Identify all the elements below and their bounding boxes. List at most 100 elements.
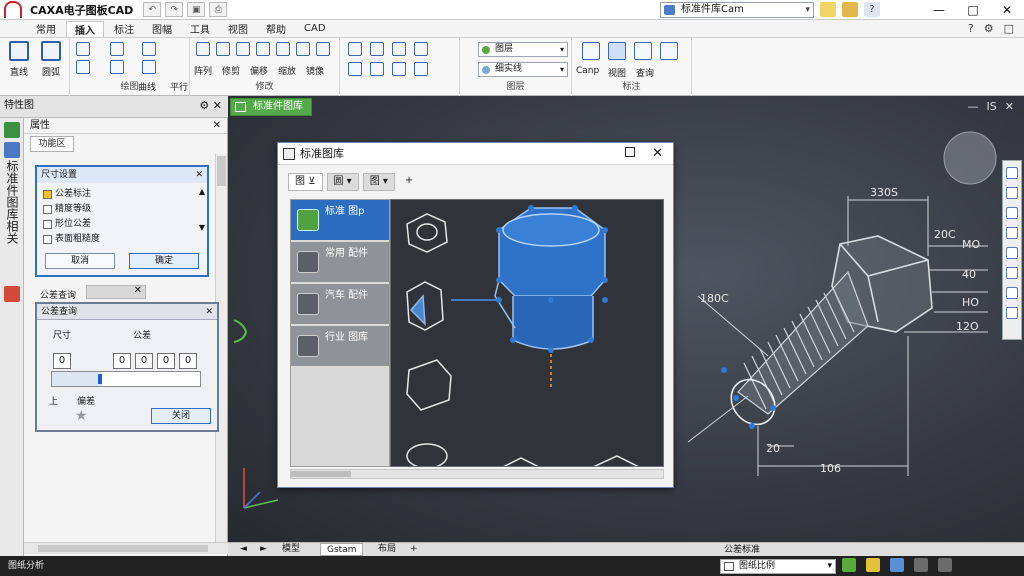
selected-part[interactable] <box>451 207 606 390</box>
checkbox-row[interactable]: 形位公差 <box>37 217 207 232</box>
tolerance-cell[interactable]: 0 <box>135 353 153 369</box>
thumbnail-washer[interactable] <box>406 281 444 331</box>
tolerance-cell[interactable]: 0 <box>113 353 131 369</box>
erase-icon[interactable] <box>256 42 270 56</box>
fillet-icon[interactable] <box>296 42 310 56</box>
circle-icon[interactable] <box>76 60 90 74</box>
spline-icon[interactable] <box>142 42 156 56</box>
tab-cad[interactable]: CAD <box>296 21 334 37</box>
add-layout-button[interactable]: + <box>404 543 424 556</box>
search-icon[interactable] <box>4 142 20 158</box>
polygon-icon[interactable] <box>110 60 124 74</box>
checkbox-row[interactable]: 表面粗糙度 <box>37 232 207 247</box>
pencil-icon[interactable] <box>1006 187 1018 199</box>
close-button[interactable]: ✕ <box>1005 100 1014 113</box>
tab-view[interactable]: 视图 <box>220 21 256 37</box>
orbit-icon[interactable] <box>1006 267 1018 279</box>
stretch-icon[interactable] <box>348 42 362 56</box>
print-icon[interactable]: ⎙ <box>209 2 228 17</box>
star-icon[interactable]: ★ <box>75 408 88 424</box>
toolbar-button[interactable]: 圆 ▾ <box>326 173 359 191</box>
tolerance-cell[interactable]: 0 <box>157 353 175 369</box>
line-button[interactable]: 直线 <box>4 41 34 79</box>
folder-icon[interactable] <box>820 2 836 17</box>
grid-icon[interactable] <box>866 558 880 572</box>
category-common[interactable]: 常用 配件 <box>291 242 389 282</box>
minimize-button[interactable]: — <box>968 100 979 113</box>
ellipse-icon[interactable] <box>142 60 156 74</box>
redo-icon[interactable]: ↷ <box>165 2 184 17</box>
help-icon[interactable]: ? <box>864 2 880 17</box>
scale-select[interactable]: 图纸比例 ▾ <box>720 559 836 574</box>
break-icon[interactable] <box>392 42 406 56</box>
close-button[interactable]: ✕ <box>990 0 1024 20</box>
view-icon[interactable] <box>608 42 626 60</box>
fullscreen-icon[interactable] <box>938 558 952 572</box>
tab-annotate[interactable]: 标注 <box>106 21 142 37</box>
close-button[interactable]: ✕ <box>652 143 663 165</box>
rotate-icon[interactable] <box>236 42 250 56</box>
category-standard[interactable]: 标准 图p <box>291 200 389 240</box>
help-icon[interactable]: ? <box>968 22 974 35</box>
chevron-down-icon[interactable]: ▾ <box>560 43 564 56</box>
ok-button[interactable]: 确定 <box>129 253 199 269</box>
thumbnail-pin[interactable] <box>406 443 448 467</box>
close-icon[interactable]: ✕ <box>195 167 203 183</box>
tool-item-query[interactable]: 查询 <box>636 66 654 79</box>
chevron-down-icon[interactable]: ▾ <box>560 63 564 76</box>
modify-item-trim[interactable]: 修剪 <box>222 64 240 77</box>
tool-item-canp[interactable]: Canp <box>576 66 599 76</box>
maximize-button[interactable]: □ <box>956 0 990 20</box>
gear-icon[interactable]: ⚙ <box>984 22 994 35</box>
checkbox-row[interactable]: 公差标注 <box>37 187 207 202</box>
measure-icon[interactable] <box>582 42 600 60</box>
window-icon[interactable]: □ <box>1004 22 1014 35</box>
tab-model[interactable]: 模型 <box>276 543 306 556</box>
chevron-down-icon[interactable]: ▾ <box>805 3 810 17</box>
move-icon[interactable] <box>196 42 210 56</box>
category-industry[interactable]: 行业 图库 <box>291 326 389 366</box>
side-strip-label[interactable]: 标准件图库相关 <box>5 160 19 244</box>
chevron-down-icon[interactable]: ▾ <box>827 560 832 573</box>
section-field[interactable]: ✕ <box>86 285 146 299</box>
checkbox[interactable] <box>43 190 52 199</box>
category-auto[interactable]: 汽车 配件 <box>291 284 389 324</box>
close-icon[interactable]: ✕ <box>205 304 213 320</box>
prev-tab-button[interactable]: ◄ <box>234 543 253 556</box>
tab-tools[interactable]: 工具 <box>182 21 218 37</box>
join-icon[interactable] <box>414 42 428 56</box>
add-button[interactable]: + <box>399 173 419 191</box>
library-icon[interactable] <box>4 286 20 302</box>
tab-sheet[interactable]: 图幅 <box>144 21 180 37</box>
undo-icon[interactable]: ↶ <box>143 2 162 17</box>
settings-icon[interactable] <box>914 558 928 572</box>
toolbar-button[interactable]: 图 ▾ <box>362 173 395 191</box>
layers-icon[interactable] <box>1006 287 1018 299</box>
copy-icon[interactable] <box>216 42 230 56</box>
tab-function[interactable]: 功能区 <box>30 136 74 152</box>
text-icon[interactable] <box>370 62 384 76</box>
explode-icon[interactable] <box>276 42 290 56</box>
panel-hscrollbar[interactable] <box>24 542 228 554</box>
ortho-icon[interactable] <box>890 558 904 572</box>
search-input[interactable]: 标准件库Cam ▾ <box>660 2 814 18</box>
scroll-arrows[interactable]: ▲ ▼ <box>199 187 205 232</box>
maximize-button[interactable] <box>625 147 635 157</box>
tab-layout-active[interactable]: Gstam <box>320 543 364 556</box>
modify-item-scale[interactable]: 缩放 <box>278 64 296 77</box>
toolbar-button[interactable]: 图 ⊻ <box>288 173 323 191</box>
zoom-window-icon[interactable] <box>1006 227 1018 239</box>
extend-icon[interactable] <box>370 42 384 56</box>
tab-insert[interactable]: 插入 <box>66 20 104 37</box>
rectangle-icon[interactable] <box>110 42 124 56</box>
tool-item-view[interactable]: 视图 <box>608 66 626 79</box>
thumbnail-nut[interactable] <box>406 213 448 253</box>
minimize-button[interactable]: — <box>922 0 956 20</box>
checkbox-row[interactable]: 精度等级 <box>37 202 207 217</box>
linetype-select[interactable]: 细实线 ▾ <box>478 62 568 77</box>
chamfer-icon[interactable] <box>316 42 330 56</box>
polyline-icon[interactable] <box>76 42 90 56</box>
zoom-icon[interactable] <box>1006 207 1018 219</box>
cancel-button[interactable]: 取消 <box>45 253 115 269</box>
app-logo[interactable] <box>0 0 26 20</box>
